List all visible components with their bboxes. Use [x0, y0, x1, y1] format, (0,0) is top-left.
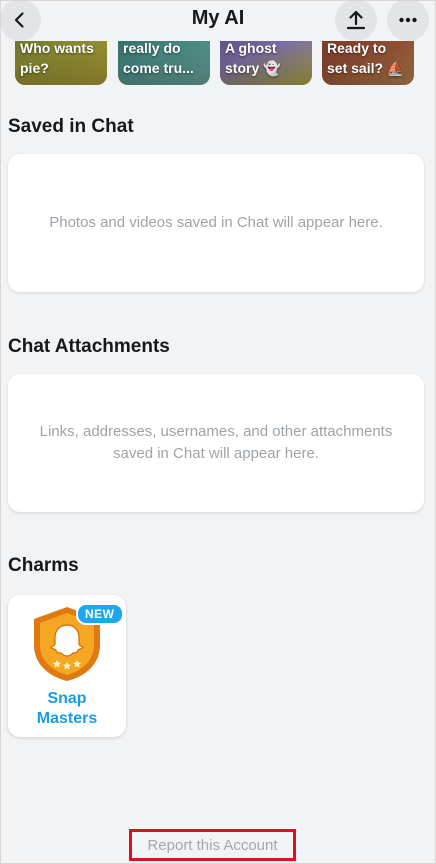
new-badge: NEW: [76, 603, 124, 625]
more-options-button[interactable]: [387, 1, 429, 41]
top-bar: My AI: [1, 1, 435, 41]
story-tile-label: Ready to set sail? ⛵: [327, 40, 405, 76]
share-button[interactable]: [335, 1, 377, 41]
chat-attachments-card: Links, addresses, usernames, and other a…: [8, 374, 424, 512]
saved-in-chat-empty-text: Photos and videos saved in Chat will app…: [49, 214, 383, 231]
story-tile-label: Who wants pie?: [20, 40, 94, 76]
charm-card[interactable]: NEW Snap Masters: [8, 595, 126, 737]
profile-screen: Who wants pie? really do come tru... A g…: [0, 0, 436, 864]
share-upload-icon: [346, 10, 366, 30]
chat-attachments-heading: Chat Attachments: [8, 336, 170, 357]
chat-attachments-empty-text: Links, addresses, usernames, and other a…: [39, 423, 393, 462]
more-horizontal-icon: [399, 17, 417, 23]
saved-in-chat-card: Photos and videos saved in Chat will app…: [8, 154, 424, 292]
story-tile-label: really do come tru...: [123, 40, 194, 76]
charms-heading: Charms: [8, 555, 79, 576]
charm-name: Snap Masters: [36, 690, 98, 727]
story-tile-label: A ghost story 👻: [225, 40, 281, 76]
report-account-link[interactable]: Report this Account: [129, 829, 296, 861]
saved-in-chat-heading: Saved in Chat: [8, 116, 134, 137]
